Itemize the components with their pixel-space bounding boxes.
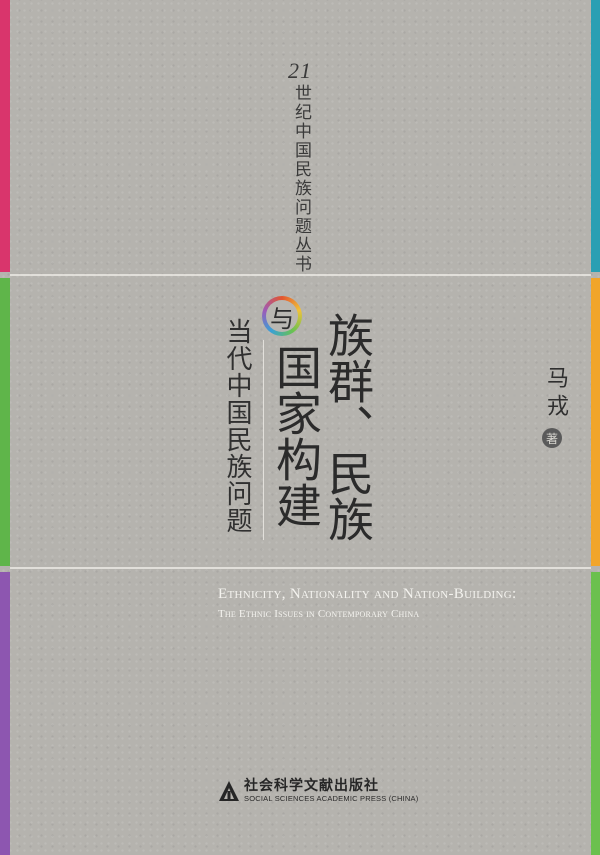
color-stripe-right-bottom: [591, 572, 600, 855]
author-role-badge: 著: [542, 428, 562, 448]
english-title: Ethnicity, Nationality and Nation-Buildi…: [218, 586, 517, 602]
publisher-name: 社会科学文献出版社: [244, 778, 379, 794]
title-divider: [263, 340, 264, 540]
conjunction-text: 与: [266, 300, 298, 333]
author-name: 马戎: [543, 366, 568, 422]
series-title: 世纪中国民族问题丛书: [291, 84, 311, 274]
fold-line-top: [10, 274, 591, 276]
publisher: 社会科学文献出版社 SOCIAL SCIENCES ACADEMIC PRESS…: [218, 778, 418, 803]
fold-line-bottom: [10, 567, 591, 569]
book-title-line2: 国家构建: [269, 344, 323, 528]
color-stripe-right-top: [591, 0, 600, 272]
color-stripe-left-top: [0, 0, 10, 272]
color-stripe-right-middle: [591, 278, 600, 566]
book-title-line1: 族群、民族: [321, 312, 375, 542]
color-stripe-left-middle: [0, 278, 10, 566]
publisher-logo-icon: [218, 780, 240, 802]
series-number: 21: [288, 58, 312, 83]
english-subtitle: The Ethnic Issues in Contemporary China: [218, 608, 420, 620]
conjunction-badge: 与: [262, 296, 302, 336]
publisher-name-english: SOCIAL SCIENCES ACADEMIC PRESS (CHINA): [244, 794, 419, 803]
book-subtitle: 当代中国民族问题: [222, 318, 252, 534]
book-cover: 21 世纪中国民族问题丛书 族群、民族 与 国家构建 当代中国民族问题 马戎 著…: [0, 0, 600, 855]
color-stripe-left-bottom: [0, 572, 10, 855]
